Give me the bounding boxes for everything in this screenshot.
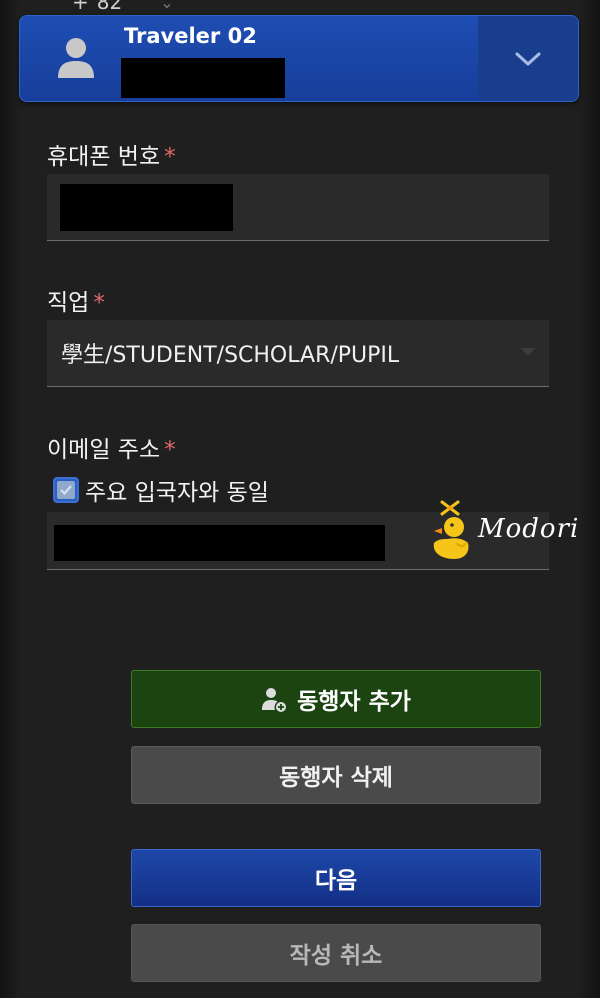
email-value-redacted xyxy=(54,525,385,561)
phone-label-text: 휴대폰 번호 xyxy=(47,144,161,170)
country-code-value: 82 xyxy=(96,0,123,14)
required-mark: * xyxy=(93,290,105,316)
delete-companion-button[interactable]: 동행자 삭제 xyxy=(131,746,541,804)
next-button[interactable]: 다음 xyxy=(131,849,541,907)
chevron-down-icon: ⌄ xyxy=(160,0,174,12)
same-as-main-row[interactable]: 주요 입국자와 동일 xyxy=(53,473,269,507)
checkmark-icon xyxy=(60,485,72,496)
add-companion-label: 동행자 추가 xyxy=(297,689,411,715)
traveler-name: Traveler 02 xyxy=(124,24,257,48)
email-label-text: 이메일 주소 xyxy=(47,437,161,463)
watermark: Modori xyxy=(428,494,588,564)
checkbox-fill xyxy=(57,481,75,499)
occupation-selected-value: 學生/STUDENT/SCHOLAR/PUPIL xyxy=(61,343,400,368)
add-companion-button[interactable]: 동행자 추가 xyxy=(131,670,541,728)
dropdown-arrow-icon xyxy=(521,348,535,356)
same-as-main-label: 주요 입국자와 동일 xyxy=(85,480,269,506)
delete-companion-label: 동행자 삭제 xyxy=(279,765,393,791)
plus-sign: + xyxy=(72,0,89,14)
duck-mascot-icon xyxy=(433,500,469,559)
companion-form-page: + 82 ⌄ Traveler 02 휴대폰 번호 * 직업 * 學生/STUDEN… xyxy=(0,0,600,998)
required-mark: * xyxy=(164,437,176,463)
email-label: 이메일 주소 * xyxy=(47,430,176,464)
watermark-text: Modori xyxy=(478,514,580,544)
user-icon xyxy=(58,38,94,78)
phone-label: 휴대폰 번호 * xyxy=(47,137,176,171)
required-mark: * xyxy=(164,144,176,170)
add-user-icon xyxy=(262,688,287,712)
traveler-card[interactable]: Traveler 02 xyxy=(19,15,579,102)
expand-button[interactable] xyxy=(478,16,578,101)
phone-value-redacted xyxy=(60,184,233,231)
occupation-label-text: 직업 xyxy=(47,290,90,316)
country-code-peek: + 82 ⌄ xyxy=(72,0,174,14)
traveler-details-redacted xyxy=(121,58,285,98)
chevron-down-icon xyxy=(515,52,541,65)
phone-input[interactable] xyxy=(47,174,549,241)
occupation-select[interactable]: 學生/STUDENT/SCHOLAR/PUPIL xyxy=(47,320,549,387)
next-label: 다음 xyxy=(314,868,358,894)
occupation-label: 직업 * xyxy=(47,283,105,317)
same-as-main-checkbox[interactable] xyxy=(53,477,79,503)
cancel-button[interactable]: 작성 취소 xyxy=(131,924,541,982)
cancel-label: 작성 취소 xyxy=(289,943,383,969)
